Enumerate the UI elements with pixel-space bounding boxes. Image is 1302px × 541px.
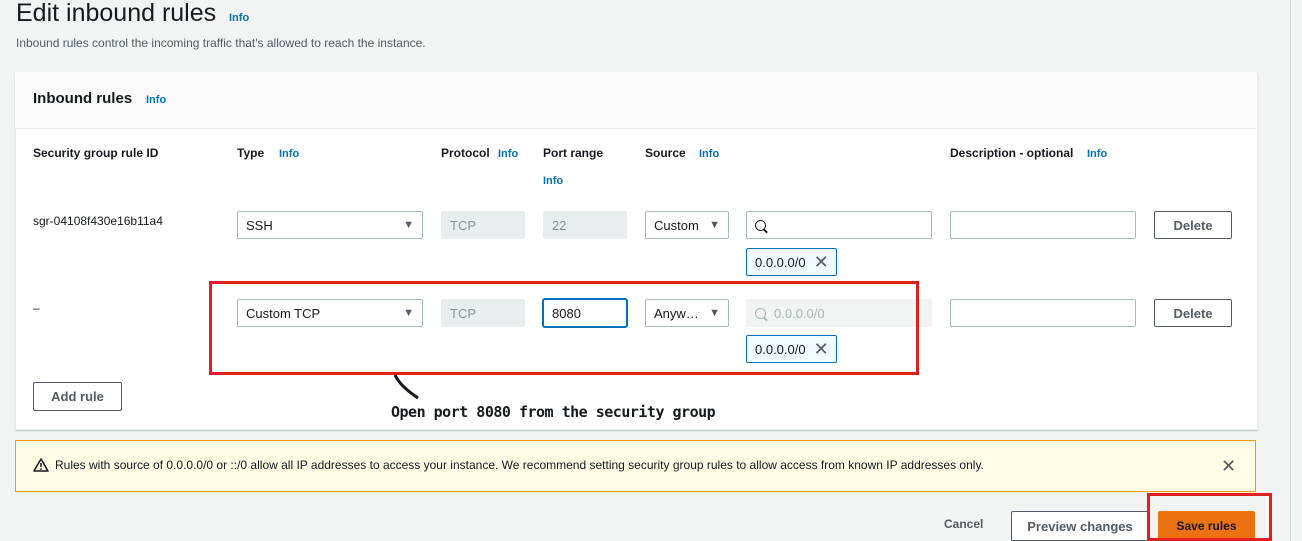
source-select[interactable]: Custom ▼ — [645, 211, 729, 239]
delete-button[interactable]: Delete — [1154, 299, 1232, 327]
dropdown-caret-icon: ▼ — [403, 219, 414, 231]
port-range-field: 22 — [543, 211, 627, 239]
description-input[interactable] — [950, 299, 1136, 327]
col-source: Source — [645, 146, 686, 160]
warning-icon — [33, 458, 49, 472]
delete-button[interactable]: Delete — [1154, 211, 1232, 239]
col-description: Description - optional — [950, 146, 1074, 160]
card-info-link[interactable]: Info — [146, 94, 166, 106]
alert-message: Rules with source of 0.0.0.0/0 or ::/0 a… — [55, 458, 984, 472]
col-rule-id: Security group rule ID — [33, 146, 159, 160]
annotation-highlight-box — [1147, 493, 1272, 541]
type-value: SSH — [246, 217, 273, 233]
col-port-range: Port range — [543, 146, 604, 160]
rule-id: sgr-04108f430e16b11a4 — [33, 214, 163, 228]
annotation-arrow — [393, 374, 419, 400]
protocol-field: TCP — [441, 211, 525, 239]
rule-id: – — [33, 301, 40, 315]
add-rule-button[interactable]: Add rule — [33, 382, 122, 411]
description-input[interactable] — [950, 211, 1136, 239]
cidr-token-label: 0.0.0.0/0 — [755, 254, 806, 270]
scrollbar-track — [1290, 0, 1291, 541]
annotation-highlight-box — [209, 281, 919, 375]
type-info-link[interactable]: Info — [279, 148, 299, 160]
source-value: Custom — [654, 217, 699, 233]
description-info-link[interactable]: Info — [1087, 148, 1107, 160]
col-type: Type — [237, 146, 265, 160]
close-icon[interactable]: ✕ — [814, 253, 829, 271]
dropdown-caret-icon: ▼ — [709, 219, 720, 231]
cidr-token: 0.0.0.0/0 ✕ — [746, 248, 837, 276]
close-icon[interactable]: ✕ — [1221, 456, 1236, 477]
card-header — [15, 72, 1256, 129]
page-description: Inbound rules control the incoming traff… — [16, 36, 426, 50]
annotation-caption: Open port 8080 from the security group — [391, 403, 716, 421]
search-icon — [755, 219, 766, 231]
preview-changes-button[interactable]: Preview changes — [1011, 511, 1149, 541]
title-info-link[interactable]: Info — [229, 12, 249, 24]
port-info-link[interactable]: Info — [543, 175, 563, 187]
source-search-input[interactable] — [746, 211, 932, 239]
type-select[interactable]: SSH ▼ — [237, 211, 423, 239]
source-info-link[interactable]: Info — [699, 148, 719, 160]
card-title: Inbound rules — [33, 90, 133, 107]
cancel-button[interactable]: Cancel — [944, 517, 983, 531]
page-title: Edit inbound rules — [16, 0, 217, 27]
protocol-info-link[interactable]: Info — [498, 148, 518, 160]
col-protocol: Protocol — [441, 146, 490, 160]
